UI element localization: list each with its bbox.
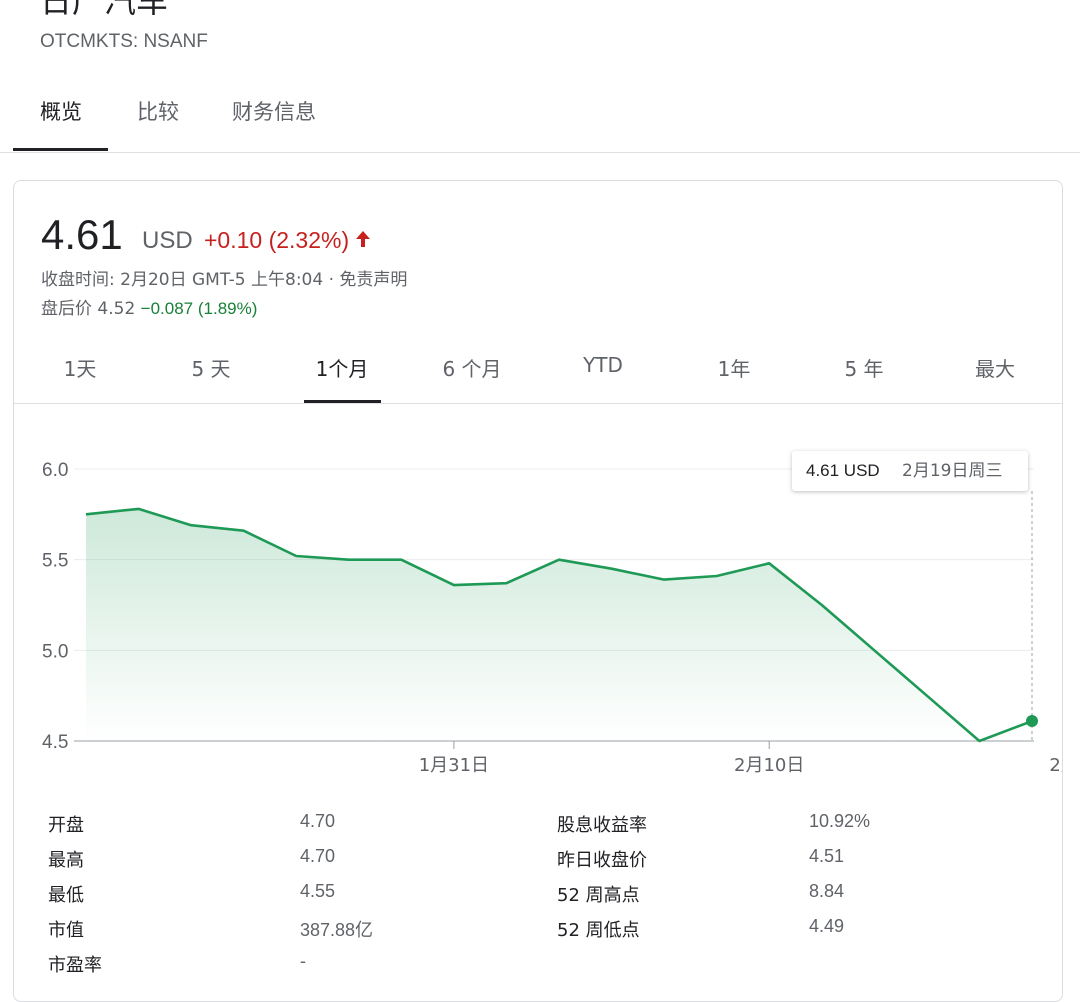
stat-label: 市盈率 <box>48 955 102 976</box>
stat-value: 387.88亿 <box>300 920 374 940</box>
chart-tooltip: 4.61 USD 2月19日周三 <box>792 451 1028 491</box>
stat-label: 股息收益率 <box>557 815 647 836</box>
y-tick-label: 5.0 <box>42 641 68 662</box>
stat-row: 市盈率 - <box>48 951 1048 986</box>
stat-value: 4.51 <box>809 846 845 866</box>
tab-compare[interactable]: 比较 <box>137 96 179 126</box>
stat-value: 8.84 <box>809 881 845 901</box>
range-1y[interactable]: 1年 <box>718 353 751 382</box>
arrow-up-icon <box>355 227 371 254</box>
stat-label: 最低 <box>48 885 84 906</box>
range-ytd[interactable]: YTD <box>583 353 623 377</box>
x-tick-label: 2月19日 <box>1049 755 1062 776</box>
range-1d[interactable]: 1天 <box>64 353 97 382</box>
tab-overview[interactable]: 概览 <box>40 96 82 126</box>
after-hours-price: 盘后价 4.52 −0.087 (1.89%) <box>41 294 257 319</box>
stat-value: 10.92% <box>809 811 871 831</box>
stat-row: 最高 4.70 昨日收盘价 4.51 <box>48 846 1048 881</box>
stat-row: 市值 387.88亿 52 周低点 4.49 <box>48 916 1048 951</box>
ticker-symbol: OTCMKTS: NSANF <box>40 31 208 52</box>
stat-label: 52 周低点 <box>557 920 640 941</box>
main-tabs: 概览 比较 财务信息 <box>0 80 1080 153</box>
highlight-point <box>1026 715 1038 728</box>
active-tab-indicator <box>13 148 108 151</box>
after-hours-label: 盘后价 4.52 <box>41 299 136 319</box>
stat-value: 4.70 <box>300 846 336 866</box>
stat-row: 开盘 4.70 股息收益率 10.92% <box>48 811 1048 846</box>
currency-label: USD <box>142 227 193 254</box>
stat-label: 昨日收盘价 <box>557 850 647 871</box>
range-selector: 1天 5 天 1个月 6 个月 YTD 1年 5 年 最大 <box>14 331 1062 404</box>
price-area <box>86 508 1032 741</box>
y-tick-label: 5.5 <box>42 551 68 572</box>
stat-row: 最低 4.55 52 周高点 8.84 <box>48 881 1048 916</box>
company-title: 日产汽车 <box>40 0 169 20</box>
quote-card: 4.61 USD +0.10 (2.32%) 收盘时间: 2月20日 GMT-5… <box>13 180 1063 1002</box>
stat-value: 4.55 <box>300 881 336 901</box>
range-5d[interactable]: 5 天 <box>191 353 230 382</box>
tab-financials[interactable]: 财务信息 <box>232 96 316 126</box>
y-tick-label: 4.5 <box>42 732 68 753</box>
x-tick-label: 1月31日 <box>419 755 489 776</box>
key-stats: 开盘 4.70 股息收益率 10.92% 最高 4.70 昨日收盘价 4.51 最低 4.55 52… <box>48 811 1048 986</box>
after-hours-change: −0.087 (1.89%) <box>140 299 258 318</box>
stat-label: 最高 <box>48 850 84 871</box>
range-1m[interactable]: 1个月 <box>316 353 369 382</box>
price-change-text: +0.10 (2.32%) <box>204 227 350 253</box>
tooltip-price: 4.61 USD <box>806 461 880 480</box>
x-tick-label: 2月10日 <box>734 755 804 776</box>
active-range-indicator <box>304 400 381 403</box>
stat-label: 开盘 <box>48 815 84 836</box>
range-6m[interactable]: 6 个月 <box>442 353 501 382</box>
stat-value: - <box>300 951 306 971</box>
tooltip-date: 2月19日周三 <box>902 461 1003 481</box>
stat-label: 市值 <box>48 920 84 941</box>
current-price: 4.61 <box>41 211 123 258</box>
y-tick-label: 6.0 <box>42 460 68 481</box>
stat-label: 52 周高点 <box>557 885 640 906</box>
price-change: +0.10 (2.32%) <box>204 227 371 254</box>
stat-value: 4.49 <box>809 916 845 936</box>
range-5y[interactable]: 5 年 <box>844 353 883 382</box>
range-max[interactable]: 最大 <box>975 353 1015 382</box>
stat-value: 4.70 <box>300 811 336 831</box>
close-time-disclaimer: 收盘时间: 2月20日 GMT-5 上午8:04 · 免责声明 <box>41 270 408 290</box>
